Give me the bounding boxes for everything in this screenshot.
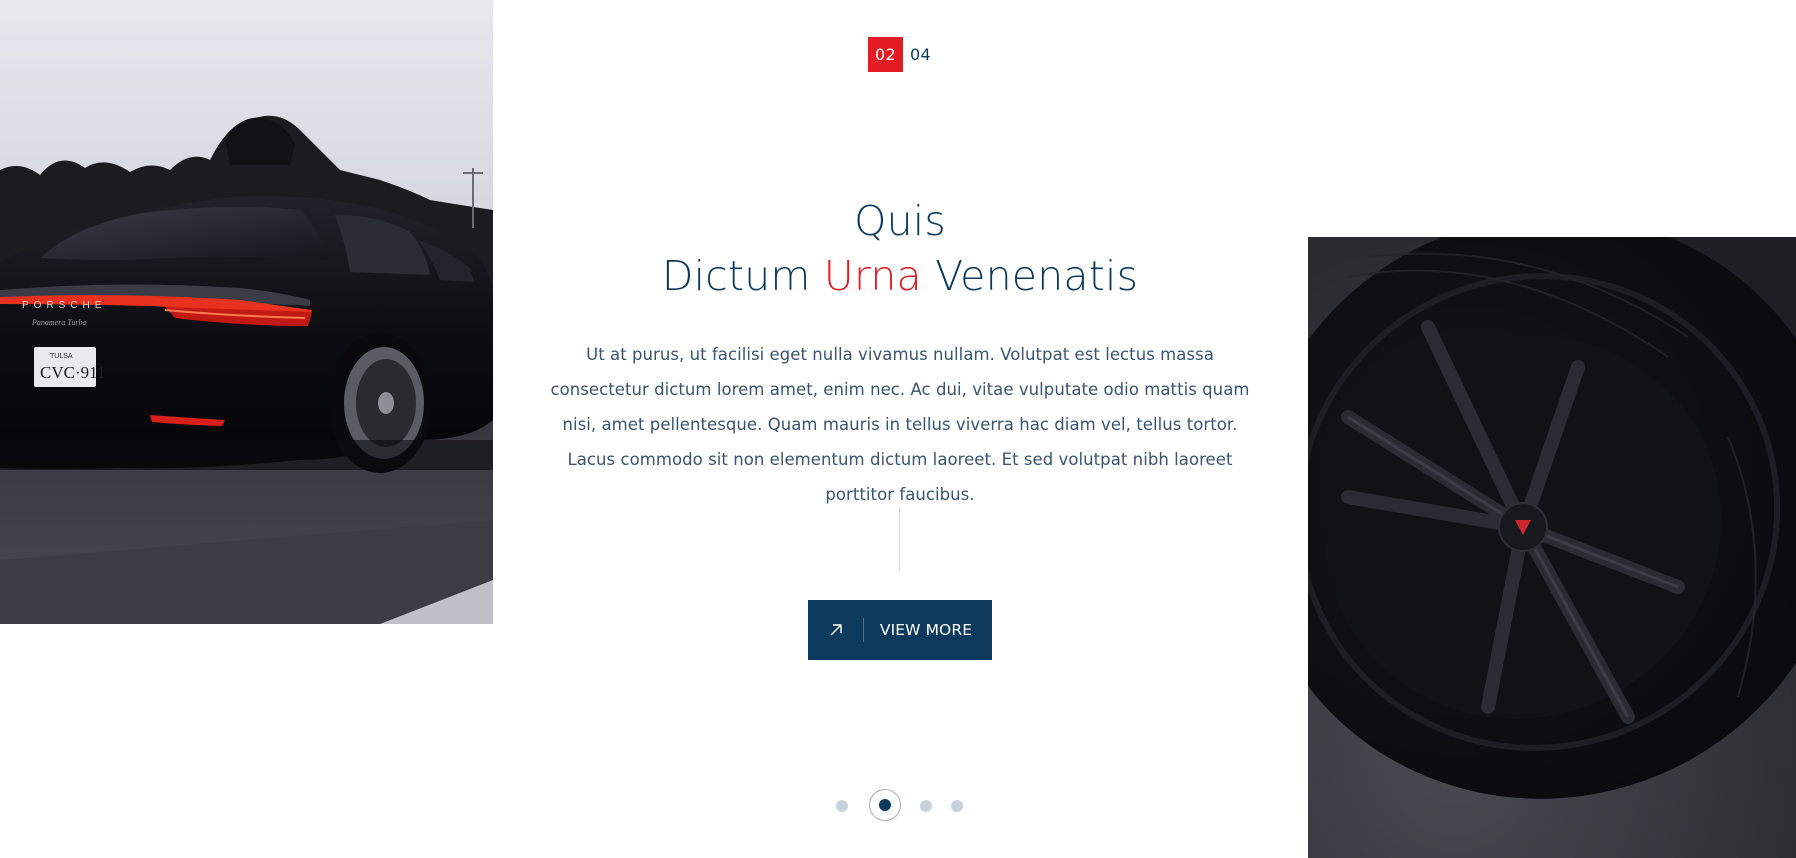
hero-title-line1: Quis [854, 197, 946, 245]
hero-title-line2-part1: Dictum [661, 252, 824, 300]
hero-description: Ut at purus, ut facilisi eget nulla viva… [550, 345, 1250, 504]
car-photo: PORSCHE Panamera Turbo CVC·911 TULSA [0, 0, 493, 624]
svg-text:PORSCHE: PORSCHE [22, 300, 106, 311]
pagination-dot-1[interactable] [836, 800, 848, 812]
hero-slider: PORSCHE Panamera Turbo CVC·911 TULSA 02 … [0, 0, 1796, 858]
slide-counter: 02 04 [868, 37, 931, 72]
arrow-up-right-icon [808, 600, 863, 660]
hero-title: Quis Dictum Urna Venenatis [500, 194, 1300, 304]
total-slide-number: 04 [910, 45, 931, 64]
pagination-dot-4[interactable] [951, 800, 963, 812]
hero-title-line2-part2: Venenatis [921, 252, 1139, 300]
current-slide-number: 02 [868, 37, 903, 72]
view-more-button[interactable]: VIEW MORE [808, 600, 992, 660]
hero-title-accent: Urna [823, 252, 922, 300]
pagination-dot-2-active[interactable] [869, 789, 901, 821]
svg-text:Panamera Turbo: Panamera Turbo [31, 318, 86, 327]
pagination-dot-3[interactable] [920, 800, 932, 812]
slider-pagination [836, 789, 976, 823]
view-more-label: VIEW MORE [879, 621, 973, 639]
svg-text:CVC·911: CVC·911 [40, 363, 106, 382]
active-dot-center [879, 799, 891, 811]
wheel-photo [1308, 237, 1796, 858]
svg-text:TULSA: TULSA [50, 353, 73, 360]
vertical-divider [899, 507, 900, 571]
